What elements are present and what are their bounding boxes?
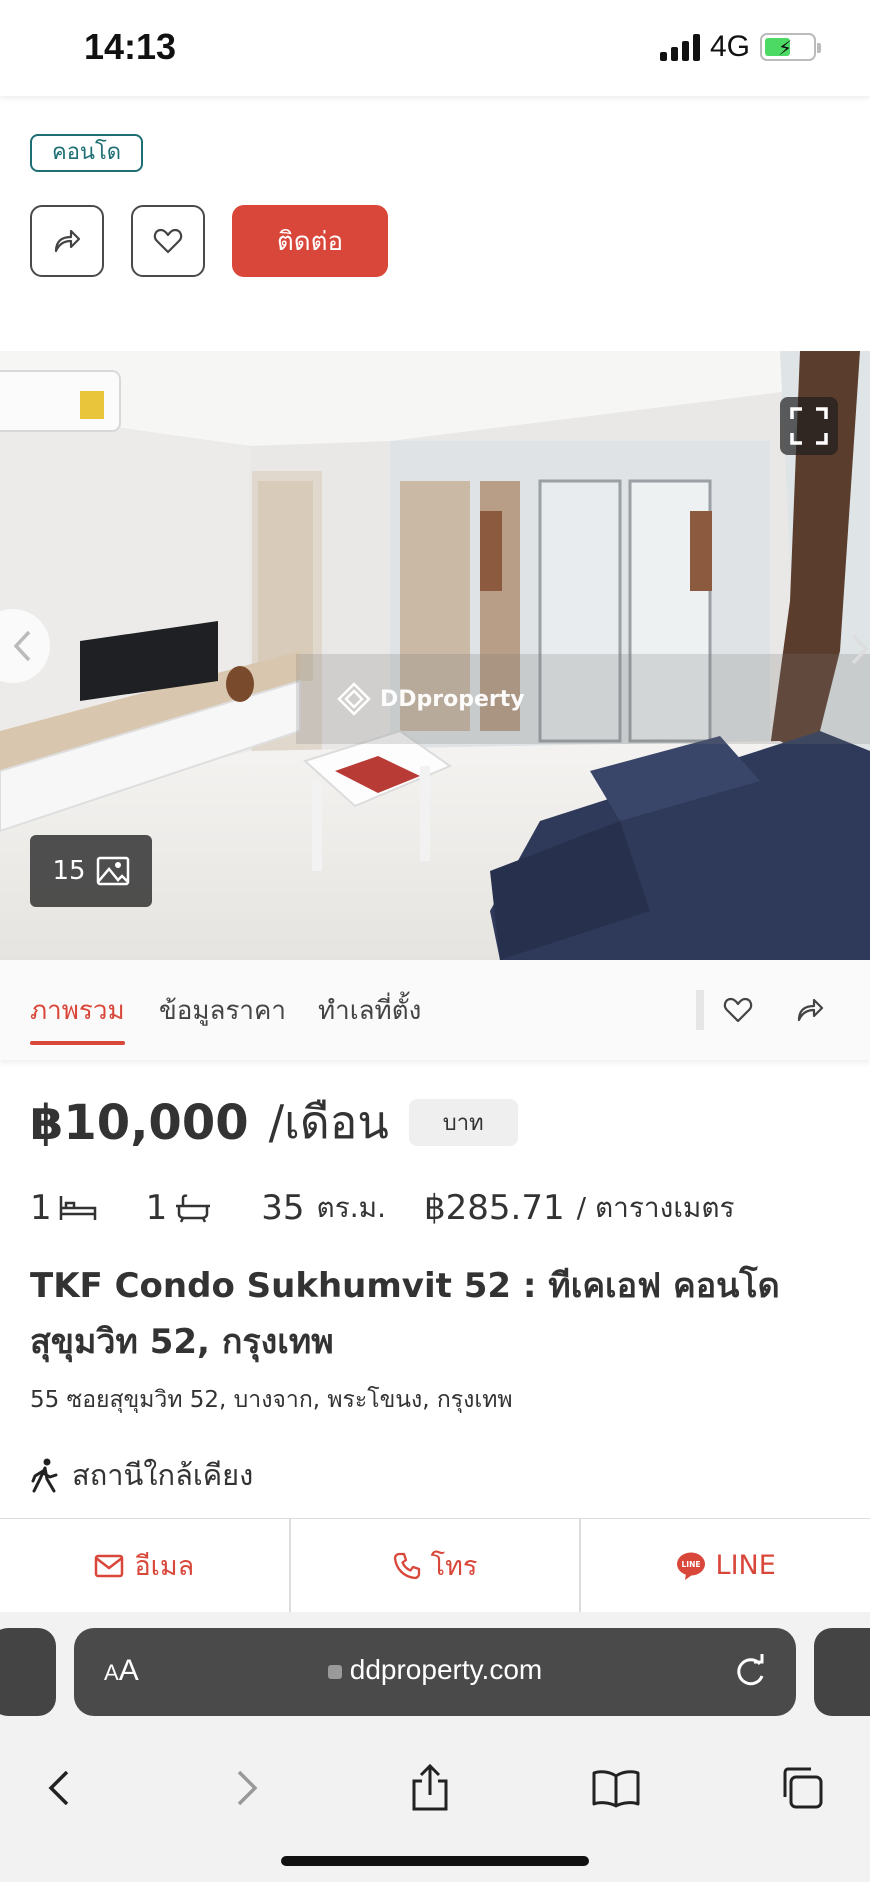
price-unit: /เดือน (268, 1095, 389, 1149)
url-display[interactable]: ddproperty.com (74, 1654, 796, 1686)
photo-count-badge[interactable]: 15 (30, 835, 152, 907)
email-button[interactable]: อีเมล (0, 1519, 291, 1612)
expand-icon (790, 407, 828, 445)
tabs-button[interactable] (772, 1760, 832, 1816)
bathrooms-count: 1 (145, 1188, 168, 1228)
fullscreen-button[interactable] (780, 397, 838, 455)
tabbar-share-button[interactable] (790, 990, 830, 1030)
url-text: ddproperty.com (349, 1654, 543, 1685)
area-unit: ตร.ม. (316, 1191, 387, 1224)
chevron-right-icon (851, 633, 869, 665)
price-per-sqm: ฿285.71 / ตารางเมตร (424, 1186, 735, 1230)
call-button[interactable]: โทร (291, 1519, 582, 1612)
share-arrow-icon (797, 998, 824, 1022)
battery-icon: ⚡ (760, 33, 821, 61)
share-icon (412, 1763, 448, 1811)
bookmarks-button[interactable] (586, 1760, 646, 1816)
share-page-button[interactable] (400, 1760, 460, 1816)
email-label: อีเมล (134, 1551, 195, 1582)
heart-icon (153, 228, 183, 254)
phone-icon (393, 1552, 420, 1579)
tab-price-info[interactable]: ข้อมูลราคา (159, 990, 286, 1031)
share-arrow-icon (54, 229, 81, 253)
reload-button[interactable] (730, 1652, 770, 1692)
price-row: ฿10,000 /เดือน บาท (30, 1086, 518, 1159)
lock-icon (327, 1664, 342, 1679)
ddproperty-logo-icon (337, 682, 371, 716)
listing-photo[interactable]: DDproperty 15 (0, 351, 870, 960)
bedrooms-count: 1 (30, 1188, 52, 1228)
specs-row: 1 1 35 ตร.ม. ฿285.71 / ตารางเมตร (30, 1186, 735, 1230)
call-label: โทร (430, 1551, 478, 1582)
image-icon (96, 856, 129, 886)
property-type-tag: คอนโด (30, 134, 144, 172)
share-button[interactable] (30, 205, 104, 277)
tabbar-favorite-button[interactable] (718, 990, 758, 1030)
tabs-divider (696, 990, 704, 1030)
heart-icon (723, 997, 753, 1023)
tab-overview[interactable]: ภาพรวม (30, 990, 125, 1045)
nearby-stations[interactable]: สถานีใกล้เคียง (30, 1452, 253, 1498)
area-value: 35 (261, 1188, 305, 1228)
currency-badge[interactable]: บาท (408, 1099, 518, 1146)
line-label: LINE (715, 1550, 776, 1581)
favorite-button[interactable] (131, 205, 205, 277)
signal-icon (659, 33, 700, 61)
next-photo-button[interactable] (830, 619, 870, 679)
chevron-right-icon (237, 1770, 258, 1806)
address-bar[interactable]: AA ddproperty.com (74, 1628, 796, 1716)
previous-tab-preview[interactable] (0, 1628, 56, 1716)
ddproperty-watermark: DDproperty (336, 681, 525, 717)
bed-icon (59, 1196, 96, 1220)
photo-count: 15 (52, 856, 86, 886)
browser-toolbar (0, 1732, 870, 1832)
status-time: 14:13 (84, 26, 177, 67)
chevron-left-icon (13, 630, 31, 662)
mail-icon (95, 1554, 124, 1577)
chevron-left-icon (48, 1770, 69, 1806)
listing-address: 55 ซอยสุขุมวิท 52, บางจาก, พระโขนง, กรุง… (30, 1387, 513, 1413)
tabs-icon (783, 1767, 823, 1809)
line-badge-text: LINE (681, 1560, 700, 1569)
home-indicator (281, 1856, 589, 1866)
forward-button[interactable] (218, 1760, 278, 1816)
section-tabs: ภาพรวม ข้อมูลราคา ทำเลที่ตั้ง (0, 960, 870, 1060)
browser-chrome: AA ddproperty.com (0, 1612, 870, 1882)
network-type: 4G (709, 30, 750, 63)
back-button[interactable] (28, 1760, 88, 1816)
tab-location[interactable]: ทำเลที่ตั้ง (318, 990, 421, 1031)
contact-action-bar: อีเมล โทร LINE LINE (0, 1518, 870, 1612)
status-indicators: 4G ⚡ (659, 30, 821, 64)
next-tab-preview[interactable] (814, 1628, 870, 1716)
walking-icon (31, 1458, 58, 1493)
book-icon (592, 1770, 640, 1808)
price-per-sqm-value: ฿285.71 (424, 1188, 565, 1228)
line-button[interactable]: LINE LINE (581, 1519, 870, 1612)
reload-icon (737, 1654, 764, 1686)
status-bar: 14:13 4G ⚡ (0, 0, 870, 96)
price-per-sqm-unit: / ตารางเมตร (576, 1191, 735, 1224)
bedrooms: 1 (30, 1188, 98, 1228)
bathtub-icon (176, 1194, 211, 1223)
listing-title: TKF Condo Sukhumvit 52 : ทีเคเอฟ คอนโด ส… (30, 1266, 780, 1362)
line-app-icon: LINE (676, 1552, 705, 1580)
area: 35 ตร.ม. (261, 1186, 386, 1230)
bathrooms: 1 (146, 1188, 214, 1228)
nearby-label: สถานีใกล้เคียง (72, 1458, 254, 1492)
contact-button[interactable]: ติดต่อ (232, 205, 388, 277)
watermark-text: DDproperty (380, 686, 525, 712)
price: ฿10,000 (30, 1094, 249, 1151)
